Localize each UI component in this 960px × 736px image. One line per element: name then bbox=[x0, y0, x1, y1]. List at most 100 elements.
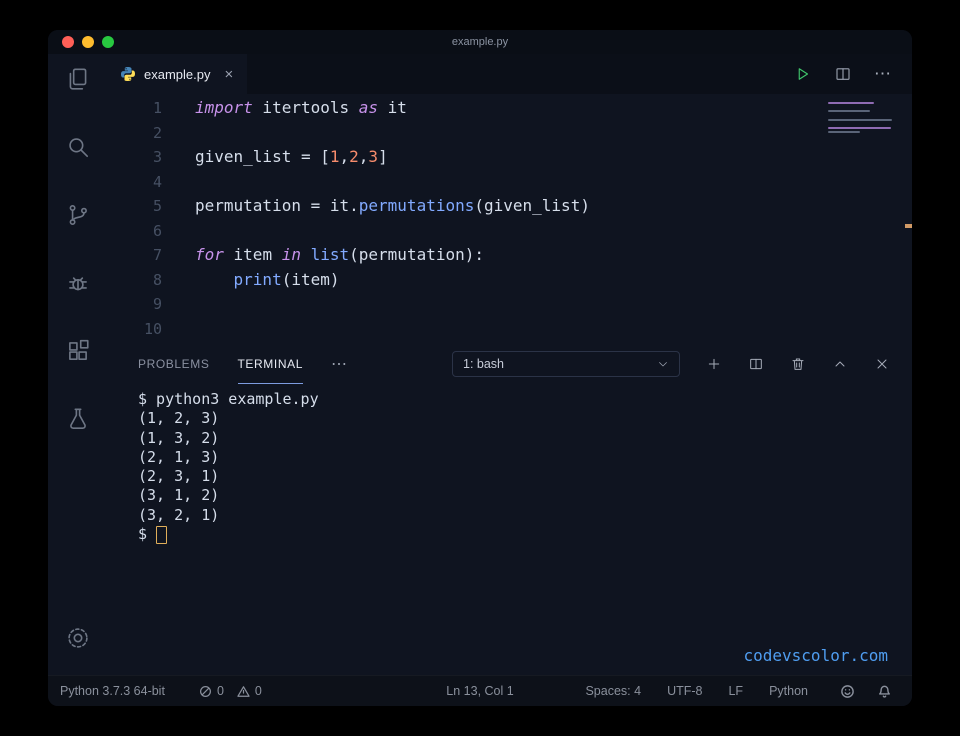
terminal[interactable]: $ python3 example.py (1, 2, 3) (1, 3, 2) (2… bbox=[108, 384, 912, 544]
line-number: 7 bbox=[152, 246, 162, 264]
terminal-line: $ python3 example.py bbox=[138, 390, 319, 408]
code-line[interactable]: 3 given_list = [1,2,3] bbox=[108, 145, 912, 170]
minimap[interactable] bbox=[828, 102, 898, 144]
panel-header: PROBLEMS TERMINAL ⋯ 1: bash bbox=[108, 344, 912, 384]
line-number: 9 bbox=[152, 295, 162, 313]
status-item[interactable]: UTF-8 bbox=[667, 684, 702, 698]
code-text: import itertools as it bbox=[195, 98, 407, 117]
status-item[interactable]: Spaces: 4 bbox=[585, 684, 641, 698]
extensions-icon[interactable] bbox=[65, 338, 91, 364]
code-text: for item in list(permutation): bbox=[195, 245, 484, 264]
panel-tab-problems[interactable]: PROBLEMS bbox=[138, 344, 210, 384]
line-number: 3 bbox=[152, 148, 162, 166]
code-line[interactable]: 6 bbox=[108, 219, 912, 244]
line-number: 8 bbox=[152, 270, 162, 289]
editor-actions: ⋯ bbox=[794, 54, 912, 94]
settings-gear-icon[interactable] bbox=[65, 625, 91, 651]
line-number: 4 bbox=[152, 172, 162, 191]
code-line[interactable]: 9 bbox=[108, 292, 912, 317]
panel-more-icon[interactable]: ⋯ bbox=[331, 344, 348, 384]
terminal-line: (1, 3, 2) bbox=[138, 428, 220, 447]
error-circle-slash-icon bbox=[199, 685, 211, 697]
code-text: print(item) bbox=[233, 269, 340, 289]
source-control-icon[interactable] bbox=[65, 202, 91, 228]
panel-actions bbox=[706, 344, 890, 384]
search-icon[interactable] bbox=[65, 134, 91, 160]
code-line[interactable]: 1 import itertools as it bbox=[108, 96, 912, 121]
editor-lines: 1 import itertools as it 2 3 given_list = [1… bbox=[108, 96, 912, 341]
code-line[interactable]: 8 print(item) bbox=[108, 268, 912, 293]
tab-label: example.py bbox=[144, 66, 211, 82]
terminal-prompt: $ bbox=[138, 525, 148, 544]
problems-status[interactable]: 0 0 bbox=[199, 684, 262, 698]
testing-flask-icon[interactable] bbox=[65, 406, 91, 432]
close-window-button[interactable] bbox=[62, 36, 74, 48]
terminal-line: (3, 2, 1) bbox=[138, 505, 220, 524]
notifications-bell-icon[interactable] bbox=[877, 684, 892, 699]
panel-tab-terminal[interactable]: TERMINAL bbox=[237, 344, 303, 384]
run-button[interactable] bbox=[794, 65, 812, 83]
line-number: 5 bbox=[152, 197, 162, 215]
code-line[interactable]: 4 bbox=[108, 170, 912, 195]
status-item[interactable]: Python bbox=[769, 684, 808, 698]
warning-triangle-icon bbox=[237, 685, 250, 697]
titlebar: example.py bbox=[48, 30, 912, 54]
terminal-line: (2, 1, 3) bbox=[138, 447, 220, 466]
explorer-icon[interactable] bbox=[65, 66, 91, 92]
terminal-cursor bbox=[156, 525, 168, 544]
terminal-output: $ python3 example.py (1, 2, 3) (1, 3, 2) (2… bbox=[138, 390, 912, 525]
tab-close-icon[interactable]: × bbox=[224, 67, 233, 82]
status-right-items: Spaces: 4 UTF-8 LF Python bbox=[585, 684, 808, 698]
traffic-lights bbox=[62, 36, 114, 48]
window-title: example.py bbox=[451, 36, 509, 48]
shell-select-value: 1: bash bbox=[463, 357, 505, 371]
zoom-window-button[interactable] bbox=[102, 36, 114, 48]
terminal-line: (3, 1, 2) bbox=[138, 486, 220, 505]
line-number: 6 bbox=[152, 221, 162, 240]
kill-terminal-trash-icon[interactable] bbox=[790, 356, 806, 372]
tab-example-py[interactable]: example.py × bbox=[108, 54, 248, 94]
activity-bar bbox=[48, 54, 108, 675]
status-item[interactable]: LF bbox=[728, 684, 743, 698]
code-line[interactable]: 2 bbox=[108, 121, 912, 146]
panel: PROBLEMS TERMINAL ⋯ 1: bash $ python3 ex… bbox=[108, 344, 912, 675]
tab-bar: example.py × ⋯ bbox=[108, 54, 912, 94]
code-line[interactable]: 10 bbox=[108, 317, 912, 342]
watermark-text: codevscolor.com bbox=[743, 646, 889, 665]
chevron-down-icon bbox=[659, 362, 667, 367]
debug-icon[interactable] bbox=[65, 270, 91, 296]
line-number: 1 bbox=[152, 99, 162, 117]
overview-ruler-marker bbox=[905, 224, 912, 228]
editor-area[interactable]: 1 import itertools as it 2 3 given_list = [1… bbox=[108, 94, 912, 344]
minimize-window-button[interactable] bbox=[82, 36, 94, 48]
terminal-line: (2, 3, 1) bbox=[138, 467, 220, 486]
feedback-smiley-icon[interactable] bbox=[840, 684, 855, 699]
panel-tabs: PROBLEMS TERMINAL bbox=[138, 344, 331, 384]
python-interpreter-status[interactable]: Python 3.7.3 64-bit bbox=[60, 684, 165, 698]
status-bar: Python 3.7.3 64-bit 0 0 Ln 13, Col 1 Spa… bbox=[48, 675, 912, 706]
terminal-shell-select[interactable]: 1: bash bbox=[452, 351, 680, 377]
more-actions-icon[interactable]: ⋯ bbox=[874, 64, 892, 84]
code-line[interactable]: 7 for item in list(permutation): bbox=[108, 243, 912, 268]
line-number: 2 bbox=[152, 123, 162, 142]
new-terminal-icon[interactable] bbox=[706, 356, 722, 372]
python-icon bbox=[121, 67, 135, 81]
vscode-window: example.py example.py × ⋯ 1 import itert… bbox=[48, 30, 912, 706]
error-count: 0 bbox=[216, 684, 224, 698]
split-editor-icon[interactable] bbox=[834, 65, 852, 83]
terminal-prompt-line: $ bbox=[138, 525, 912, 544]
code-line[interactable]: 5 permutation = it.permutations(given_lis… bbox=[108, 194, 912, 219]
maximize-panel-chevron-up-icon[interactable] bbox=[832, 356, 848, 372]
code-text: given_list = [1,2,3] bbox=[195, 147, 388, 166]
terminal-line: (1, 2, 3) bbox=[138, 409, 220, 428]
cursor-position-status[interactable]: Ln 13, Col 1 bbox=[446, 684, 513, 698]
split-terminal-icon[interactable] bbox=[748, 356, 764, 372]
warning-count: 0 bbox=[254, 684, 262, 698]
line-number: 10 bbox=[143, 319, 162, 338]
close-panel-icon[interactable] bbox=[874, 356, 890, 372]
